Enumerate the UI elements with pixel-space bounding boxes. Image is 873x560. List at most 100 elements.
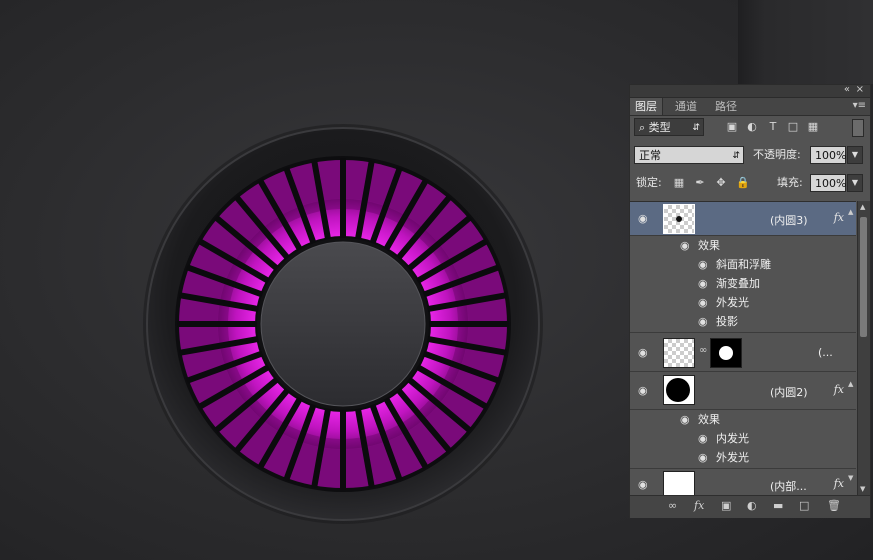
eye-icon[interactable]: ◉: [698, 429, 708, 448]
fill-input[interactable]: 100%: [810, 174, 846, 192]
blend-mode-value: 正常: [639, 149, 661, 162]
eye-icon[interactable]: ◉: [638, 479, 650, 491]
eye-icon[interactable]: ◉: [680, 410, 690, 429]
filter-toggle[interactable]: [852, 119, 864, 137]
effect-item[interactable]: ◉ 外发光: [698, 448, 848, 467]
filter-type-select[interactable]: ⌕ 类型 ⇵: [634, 118, 704, 136]
lock-all-icon[interactable]: 🔒: [736, 174, 750, 192]
search-icon: ⌕: [639, 121, 646, 134]
smart-object-filter-icon[interactable]: ▦: [806, 118, 820, 136]
lock-row: 锁定: ▦ ✒ ✥ 🔒 填充: 100% ▼: [630, 174, 870, 194]
tab-channels[interactable]: 通道: [670, 98, 702, 115]
effects-label: 效果: [698, 413, 720, 426]
tab-paths[interactable]: 路径: [710, 98, 742, 115]
adjustment-layer-icon[interactable]: ◐: [747, 499, 757, 513]
layer-row-inner-circle-2[interactable]: ◉ (内圆2) fx ▲: [630, 372, 856, 410]
layer-thumbnail: [663, 471, 695, 496]
effect-label: 外发光: [716, 296, 749, 309]
fill-label: 填充:: [777, 176, 803, 189]
fx-icon[interactable]: fx: [834, 383, 844, 396]
effects-group: ◉ 效果: [680, 410, 850, 429]
layer-name[interactable]: (内圆2): [770, 384, 808, 400]
layer-row-inner-circle-3[interactable]: ◉ (内圆3) fx ▲: [630, 202, 856, 236]
effects-group: ◉ 效果: [680, 236, 850, 255]
layer-thumbnail: [663, 338, 695, 368]
lock-position-icon[interactable]: ✥: [714, 174, 728, 192]
eye-icon[interactable]: ◉: [698, 448, 708, 467]
lock-label: 锁定:: [636, 176, 662, 189]
eye-icon[interactable]: ◉: [638, 213, 650, 225]
lock-transparent-icon[interactable]: ▦: [672, 174, 686, 192]
eye-icon[interactable]: ◉: [698, 274, 708, 293]
layers-panel: « × 图层 通道 路径 ▾≡ ⌕ 类型 ⇵ ▣ ◐ T □ ▦ 正常 ⇵ 不透…: [629, 84, 871, 518]
add-style-icon[interactable]: fx: [694, 499, 704, 513]
panel-menu-icon[interactable]: ▾≡: [853, 100, 866, 111]
effects-label: 效果: [698, 239, 720, 252]
filter-row: ⌕ 类型 ⇵ ▣ ◐ T □ ▦: [630, 118, 870, 138]
close-icon[interactable]: ×: [856, 84, 864, 95]
effect-item[interactable]: ◉ 内发光: [698, 429, 848, 448]
opacity-input[interactable]: 100%: [810, 146, 846, 164]
layer-row-masked[interactable]: ◉ ∞ (...: [630, 332, 856, 372]
fx-icon[interactable]: fx: [834, 477, 844, 490]
effect-item[interactable]: ◉ 外发光: [698, 293, 848, 312]
blend-row: 正常 ⇵ 不透明度: 100% ▼: [630, 146, 870, 166]
expand-up-icon[interactable]: ▲: [848, 380, 855, 388]
scroll-up-icon[interactable]: ▲: [860, 203, 865, 211]
layer-name[interactable]: (内部...: [770, 478, 807, 494]
layer-thumbnail: [663, 375, 695, 405]
layer-name[interactable]: (...: [818, 346, 833, 359]
scrollbar-thumb[interactable]: [860, 217, 867, 337]
effect-label: 内发光: [716, 432, 749, 445]
eye-icon[interactable]: ◉: [680, 236, 690, 255]
layer-row-inner-part[interactable]: ◉ (内部... fx ▼: [630, 468, 856, 496]
mask-circle: [719, 346, 733, 360]
layers-scrollbar[interactable]: ▲ ▼: [857, 201, 870, 495]
stepper-icon: ⇵: [692, 123, 700, 133]
layers-list: ◉ (内圆3) fx ▲ ◉ 效果 ◉ 斜面和浮雕 ◉ 渐变叠加 ◉ 外发光 ◉…: [630, 201, 856, 496]
lock-pixels-icon[interactable]: ✒: [693, 174, 707, 192]
eye-icon[interactable]: ◉: [638, 385, 650, 397]
panel-tabs: 图层 通道 路径 ▾≡: [630, 98, 870, 116]
opacity-dropdown[interactable]: ▼: [847, 146, 863, 164]
expand-up-icon[interactable]: ▲: [848, 208, 855, 216]
filter-type-label: 类型: [648, 121, 671, 134]
thumbnail-dot: [676, 216, 682, 222]
layer-mask-thumbnail[interactable]: [710, 338, 742, 368]
adjustment-filter-icon[interactable]: ◐: [745, 118, 759, 136]
layer-thumbnail: [663, 204, 695, 234]
new-layer-icon[interactable]: □: [799, 499, 809, 513]
fill-dropdown[interactable]: ▼: [847, 174, 863, 192]
panel-titlebar: « ×: [630, 84, 870, 98]
opacity-label: 不透明度:: [753, 148, 801, 161]
add-mask-icon[interactable]: ▣: [721, 499, 731, 513]
effect-label: 渐变叠加: [716, 277, 760, 290]
effect-item[interactable]: ◉ 斜面和浮雕: [698, 255, 848, 274]
type-filter-icon[interactable]: T: [766, 118, 780, 136]
collapse-icon[interactable]: «: [844, 84, 850, 95]
expand-down-icon[interactable]: ▼: [848, 474, 855, 482]
panel-bottom-toolbar: ∞ fx ▣ ◐ ▬ □ 🗑: [630, 495, 870, 518]
effect-label: 外发光: [716, 451, 749, 464]
image-filter-icon[interactable]: ▣: [725, 118, 739, 136]
link-icon[interactable]: ∞: [699, 345, 707, 356]
layer-name[interactable]: (内圆3): [770, 212, 808, 228]
eye-icon[interactable]: ◉: [698, 312, 708, 331]
effect-label: 斜面和浮雕: [716, 258, 771, 271]
effect-item[interactable]: ◉ 投影: [698, 312, 848, 331]
stepper-icon: ⇵: [732, 151, 740, 161]
scroll-down-icon[interactable]: ▼: [860, 485, 865, 493]
new-group-icon[interactable]: ▬: [773, 499, 783, 513]
effect-label: 投影: [716, 315, 738, 328]
eye-icon[interactable]: ◉: [638, 347, 650, 359]
link-layers-icon[interactable]: ∞: [668, 499, 677, 513]
thumbnail-circle: [666, 378, 690, 402]
blend-mode-select[interactable]: 正常 ⇵: [634, 146, 744, 164]
effect-item[interactable]: ◉ 渐变叠加: [698, 274, 848, 293]
tab-layers[interactable]: 图层: [630, 98, 663, 115]
eye-icon[interactable]: ◉: [698, 293, 708, 312]
eye-icon[interactable]: ◉: [698, 255, 708, 274]
trash-icon[interactable]: 🗑: [827, 499, 841, 513]
shape-filter-icon[interactable]: □: [786, 118, 800, 136]
fx-icon[interactable]: fx: [834, 211, 844, 224]
